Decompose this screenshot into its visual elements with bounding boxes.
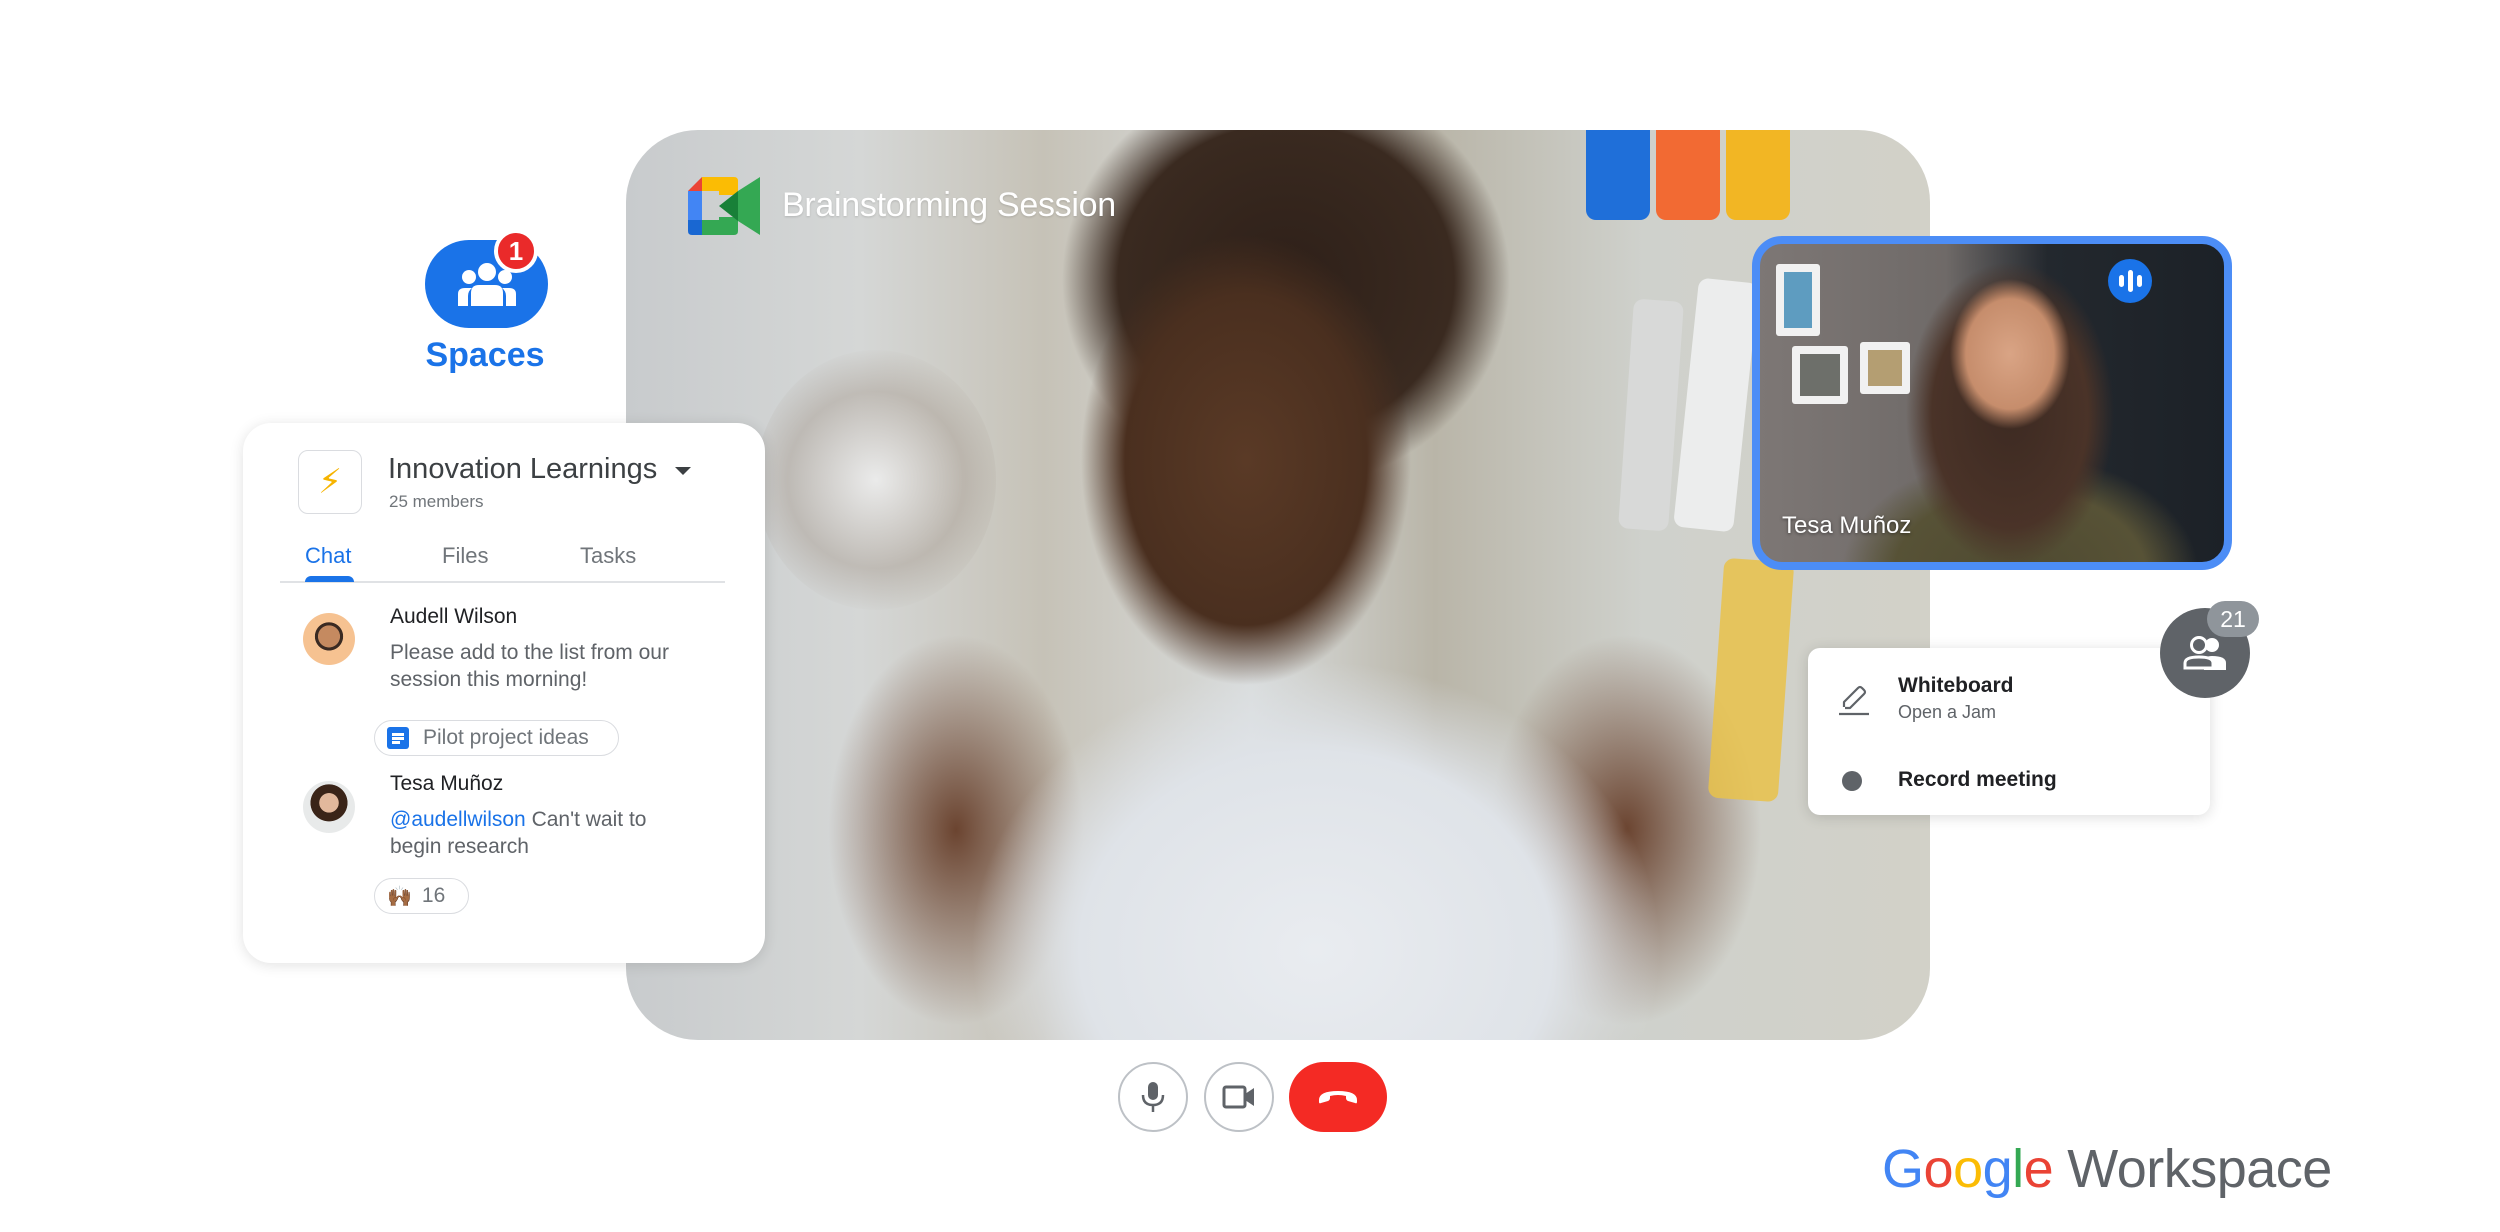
google-workspace-logo: Google Workspace: [1882, 1139, 2332, 1199]
main-video-feed: [626, 130, 1930, 1040]
microphone-icon: [1141, 1082, 1165, 1112]
message-author: Audell Wilson: [390, 605, 518, 628]
tab-tasks[interactable]: Tasks: [580, 543, 636, 569]
message-text: @audellwilson Can't wait to begin resear…: [390, 806, 690, 860]
menu-item-record-meeting[interactable]: Record meeting: [1808, 748, 2210, 815]
message-text: Please add to the list from our session …: [390, 641, 669, 691]
tab-files[interactable]: Files: [442, 543, 488, 569]
product-name: Workspace: [2067, 1139, 2332, 1199]
space-name[interactable]: Innovation Learnings: [388, 453, 657, 486]
google-meet-icon: [688, 177, 760, 235]
attachment-chip[interactable]: Pilot project ideas: [374, 720, 619, 756]
menu-item-label: Record meeting: [1898, 768, 2057, 791]
background-binder: [1726, 130, 1790, 220]
notification-badge: 1: [494, 229, 538, 273]
space-chat-card: ⚡ Innovation Learnings 25 members Chat F…: [243, 423, 765, 963]
menu-item-label: Whiteboard: [1898, 674, 2014, 697]
lightning-bolt-icon: ⚡: [298, 450, 362, 514]
camera-button[interactable]: [1204, 1062, 1274, 1132]
menu-item-sublabel: Open a Jam: [1898, 702, 1997, 722]
pencil-icon: [1839, 685, 1869, 716]
end-call-button[interactable]: [1289, 1062, 1387, 1132]
meeting-options-menu: Whiteboard Open a Jam Record meeting: [1808, 648, 2210, 815]
background-plant: [756, 350, 996, 610]
avatar[interactable]: [303, 613, 355, 665]
reaction-chip[interactable]: 🙌🏾 16: [374, 878, 469, 914]
people-icon: [2183, 636, 2226, 670]
spaces-label[interactable]: Spaces: [405, 336, 565, 375]
audio-level-icon: [2108, 259, 2152, 303]
raising-hands-icon: 🙌🏾: [387, 885, 412, 908]
background-binder: [1707, 557, 1795, 803]
google-docs-icon: [387, 727, 409, 749]
user-mention[interactable]: @audellwilson: [390, 808, 526, 831]
background-binder: [1656, 130, 1720, 220]
active-tab-indicator: [305, 576, 354, 582]
background-picture-frame: [1776, 264, 1820, 336]
background-binder: [1618, 298, 1684, 532]
hang-up-icon: [1319, 1091, 1357, 1104]
attachment-label: Pilot project ideas: [423, 726, 589, 749]
background-picture-frame: [1792, 346, 1848, 404]
chevron-down-icon[interactable]: [675, 467, 691, 475]
participant-name: Tesa Muñoz: [1782, 512, 1912, 539]
record-icon: [1842, 771, 1862, 791]
tab-chat[interactable]: Chat: [305, 543, 351, 569]
video-camera-icon: [1222, 1085, 1254, 1109]
participant-count-badge: 21: [2207, 601, 2259, 637]
menu-item-whiteboard[interactable]: Whiteboard Open a Jam: [1808, 648, 2210, 748]
meeting-title: Brainstorming Session: [782, 186, 1116, 224]
avatar[interactable]: [303, 781, 355, 833]
member-count: 25 members: [389, 492, 484, 511]
message-author: Tesa Muñoz: [390, 772, 504, 795]
reaction-count: 16: [421, 884, 446, 907]
background-picture-frame: [1860, 342, 1910, 394]
participant-tile[interactable]: Tesa Muñoz: [1752, 236, 2232, 570]
background-binder: [1586, 130, 1650, 220]
background-binder: [1673, 277, 1759, 533]
microphone-button[interactable]: [1118, 1062, 1188, 1132]
